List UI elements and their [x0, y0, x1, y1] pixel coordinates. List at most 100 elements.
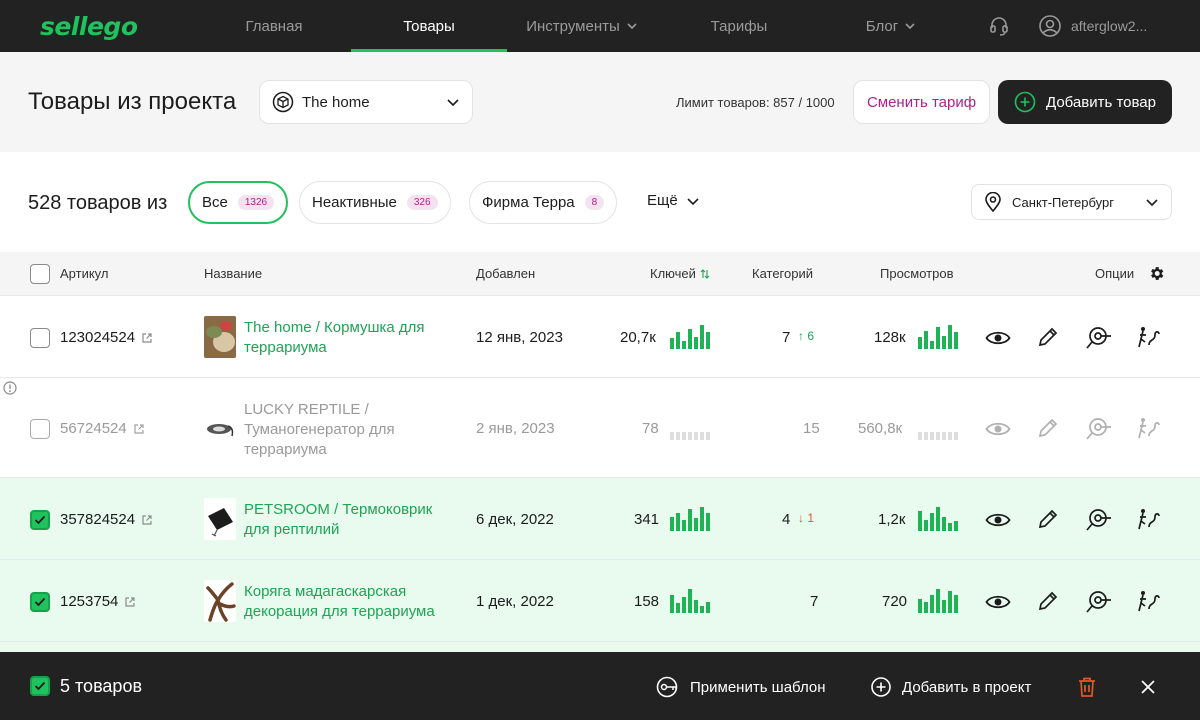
sparkline-bar [942, 336, 946, 349]
gear-icon[interactable] [1148, 265, 1165, 282]
target-search-icon[interactable] [1086, 325, 1112, 349]
pencil-icon[interactable] [1037, 508, 1059, 530]
chip-count-badge: 8 [584, 195, 605, 210]
apply-template-button[interactable]: Применить шаблон [656, 676, 826, 698]
project-select[interactable]: The home [259, 80, 473, 124]
pencil-icon[interactable] [1037, 417, 1059, 439]
row-checkbox[interactable] [30, 592, 50, 612]
row-checkbox[interactable] [30, 419, 50, 439]
product-name-link[interactable]: The home / Кормушка для террариума [244, 318, 464, 358]
column-added[interactable]: Добавлен [476, 266, 535, 281]
product-thumbnail[interactable] [204, 316, 236, 358]
table-row[interactable]: 56724524 LUCKY REPTILE / Туманогенератор … [0, 378, 1200, 478]
sparkline-bar [676, 432, 680, 440]
top-navigation: sellego Главная Товары Инструменты Тариф… [0, 0, 1200, 52]
sparkline-bar [936, 507, 940, 531]
product-name-link[interactable]: PETSROOM / Термоковрик для рептилий [244, 500, 464, 540]
row-checkbox[interactable] [30, 510, 50, 530]
sort-icon[interactable] [700, 268, 710, 279]
eye-icon[interactable] [985, 420, 1011, 438]
row-checkbox[interactable] [30, 328, 50, 348]
page-title: Товары из проекта [28, 88, 237, 115]
trash-icon[interactable] [1077, 676, 1097, 698]
route-icon[interactable] [1137, 507, 1161, 531]
external-link-icon[interactable] [133, 423, 145, 435]
target-search-icon[interactable] [1086, 416, 1112, 440]
sparkline-bar [918, 337, 922, 349]
keys-count: 158 [634, 593, 660, 610]
table-row[interactable]: 123024524 The home / Кормушка для террари… [0, 296, 1200, 378]
project-select-value: The home [302, 93, 370, 111]
sparkline-bar [918, 599, 922, 613]
added-date: 1 дек, 2022 [476, 593, 554, 610]
filter-chip-firma-terra[interactable]: Фирма Терра 8 [469, 181, 618, 224]
column-views[interactable]: Просмотров [880, 266, 954, 281]
selected-count: 5 товаров [60, 676, 143, 696]
column-name[interactable]: Название [204, 266, 262, 281]
product-thumbnail[interactable] [204, 408, 236, 450]
user-menu[interactable]: afterglow2... [1038, 0, 1147, 52]
route-icon[interactable] [1137, 589, 1161, 613]
sellego-logo[interactable]: sellego [40, 12, 138, 41]
categories-count: 7 [810, 593, 819, 610]
route-icon[interactable] [1137, 325, 1161, 349]
table-row[interactable]: 1253754 Коряга мадагаскарская декорация д… [0, 560, 1200, 642]
project-header: Товары из проекта The home Лимит товаров… [0, 52, 1200, 152]
sparkline-bar [948, 523, 952, 531]
select-all-checkbox[interactable] [30, 264, 50, 284]
city-select[interactable]: Санкт-Петербург [971, 184, 1172, 220]
sparkline-bar [954, 595, 958, 613]
keys-sparkline [670, 589, 712, 613]
eye-icon[interactable] [985, 329, 1011, 347]
more-filters-dropdown[interactable]: Ещё [647, 192, 700, 209]
sparkline-bar [694, 337, 698, 349]
bulk-select-checkbox[interactable] [30, 676, 50, 696]
keys-sparkline [670, 507, 712, 531]
nav-item-plans[interactable]: Тарифы [694, 0, 784, 52]
sparkline-bar [706, 513, 710, 531]
external-link-icon[interactable] [124, 596, 136, 608]
target-search-icon[interactable] [1086, 589, 1112, 613]
sparkline-bar [676, 603, 680, 613]
sparkline-bar [706, 332, 710, 349]
nav-item-tools[interactable]: Инструменты [515, 0, 649, 52]
change-plan-button[interactable]: Сменить тариф [853, 80, 990, 124]
support-button[interactable] [988, 0, 1010, 52]
nav-item-blog[interactable]: Блог [855, 0, 927, 52]
pencil-icon[interactable] [1037, 326, 1059, 348]
add-to-project-button[interactable]: Добавить в проект [870, 676, 1031, 698]
external-link-icon[interactable] [141, 514, 153, 526]
nav-item-products[interactable]: Товары [351, 0, 507, 52]
eye-icon[interactable] [985, 593, 1011, 611]
column-categories[interactable]: Категорий [752, 266, 813, 281]
pencil-icon[interactable] [1037, 590, 1059, 612]
table-row[interactable]: 357824524 PETSROOM / Термоковрик для репт… [0, 478, 1200, 560]
eye-icon[interactable] [985, 511, 1011, 529]
filter-chip-all[interactable]: Все 1326 [188, 181, 289, 224]
close-icon[interactable] [1140, 679, 1156, 695]
sparkline-bar [954, 432, 958, 440]
product-name-link[interactable]: Коряга мадагаскарская декорация для терра… [244, 582, 464, 622]
views-count: 128к [874, 329, 906, 346]
product-thumbnail[interactable] [204, 498, 236, 540]
keys-sparkline [670, 325, 712, 349]
sparkline-bar [930, 432, 934, 440]
sparkline-bar [936, 327, 940, 349]
column-keys[interactable]: Ключей [650, 266, 710, 281]
sparkline-bar [706, 602, 710, 613]
route-icon[interactable] [1137, 416, 1161, 440]
add-product-button[interactable]: Добавить товар [998, 80, 1172, 124]
categories-count: 7 [782, 329, 791, 346]
sparkline-bar [688, 589, 692, 613]
categories-count: 4 [782, 511, 791, 528]
sparkline-bar [694, 518, 698, 531]
product-thumbnail[interactable] [204, 580, 236, 622]
location-pin-icon [985, 192, 1001, 212]
target-search-icon[interactable] [1086, 507, 1112, 531]
nav-item-home[interactable]: Главная [226, 0, 322, 52]
product-name-link[interactable]: LUCKY REPTILE / Туманогенератор для террар… [244, 400, 464, 460]
sparkline-bar [700, 432, 704, 440]
external-link-icon[interactable] [141, 332, 153, 344]
filter-chip-inactive[interactable]: Неактивные 326 [299, 181, 451, 224]
column-article[interactable]: Артикул [60, 266, 108, 281]
